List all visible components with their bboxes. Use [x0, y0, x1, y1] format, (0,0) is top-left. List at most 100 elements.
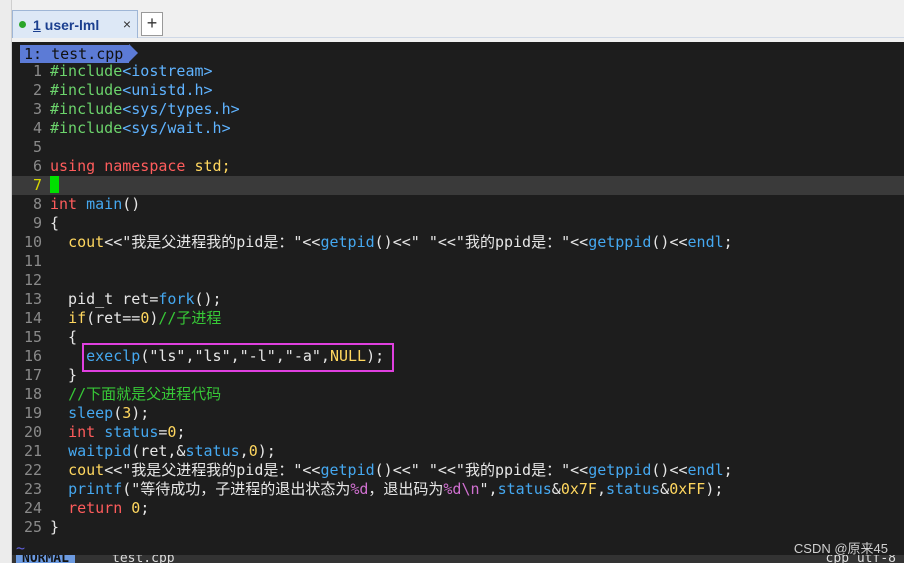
code-line[interactable]: 19 sleep(3);: [12, 404, 904, 423]
code-token: <unistd.h>: [122, 81, 213, 99]
code-line[interactable]: 25}: [12, 518, 904, 537]
code-line[interactable]: 11: [12, 252, 904, 271]
code-token: status: [497, 480, 552, 498]
line-number: 11: [23, 252, 42, 270]
line-number: 20: [23, 423, 42, 441]
code-token: cout: [68, 233, 105, 251]
code-token: //下面就是父进程代码: [68, 385, 222, 403]
code-token: (ret,&: [131, 442, 186, 460]
code-token: );: [131, 404, 150, 422]
code-token: waitpid: [68, 442, 132, 460]
code-token: getpid: [320, 233, 375, 251]
code-token: getpid: [320, 461, 375, 479]
code-token: ，退出码为: [368, 480, 444, 498]
code-token: endl: [687, 233, 724, 251]
code-line[interactable]: 13 pid_t ret=fork();: [12, 290, 904, 309]
code-token: #include: [50, 81, 123, 99]
code-token: ()<<" "<<"我的ppid是："<<: [374, 461, 589, 479]
line-number: 12: [23, 271, 42, 289]
code-token: status: [185, 442, 240, 460]
code-line[interactable]: 6 using namespace std;: [12, 157, 904, 176]
code-line[interactable]: 9{: [12, 214, 904, 233]
code-token: #include: [50, 100, 123, 118]
code-token: namespace: [104, 157, 186, 175]
tab-number: 1: [33, 16, 41, 33]
code-line[interactable]: 12: [12, 271, 904, 290]
code-line[interactable]: 8 int main(): [12, 195, 904, 214]
code-line[interactable]: 5: [12, 138, 904, 157]
code-token: ;: [140, 499, 150, 517]
code-line[interactable]: 24 return 0;: [12, 499, 904, 518]
line-number: 24: [23, 499, 42, 517]
code-token: getppid: [588, 461, 652, 479]
code-line[interactable]: 10 cout<<"我是父进程我的pid是："<<getpid()<<" "<<…: [12, 233, 904, 252]
code-line[interactable]: 20 int status=0;: [12, 423, 904, 442]
code-token: <iostream>: [122, 62, 213, 80]
code-token: sleep: [68, 404, 114, 422]
close-icon[interactable]: ×: [123, 16, 131, 32]
terminal-tab-user-lml[interactable]: 1 user-lml ×: [12, 10, 138, 38]
line-number: 5: [32, 138, 42, 156]
line-number: 1: [32, 62, 42, 80]
code-token: );: [705, 480, 724, 498]
code-token: using: [50, 157, 96, 175]
code-token: pid_t ret=: [50, 290, 159, 308]
code-token: #include: [50, 119, 123, 137]
code-line[interactable]: 2 #include<unistd.h>: [12, 81, 904, 100]
code-token: ;: [723, 461, 733, 479]
code-token: 3: [122, 404, 132, 422]
line-number: 13: [23, 290, 42, 308]
code-line[interactable]: 14 if(ret==0)//子进程: [12, 309, 904, 328]
line-number: 23: [23, 480, 42, 498]
code-token: {: [50, 328, 78, 346]
code-line[interactable]: 23 printf("等待成功，子进程的退出状态为%d，退出码为%d\n",st…: [12, 480, 904, 499]
code-token: ("等待成功，子进程的退出状态为: [122, 480, 351, 498]
code-token: //子进程: [158, 309, 222, 327]
code-token: <sys/types.h>: [122, 100, 240, 118]
line-number: 7: [32, 176, 42, 194]
code-line[interactable]: 1 #include<iostream>: [12, 62, 904, 81]
code-token: main: [86, 195, 123, 213]
code-line[interactable]: 3 #include<sys/types.h>: [12, 100, 904, 119]
line-number: 8: [32, 195, 42, 213]
code-token: 0: [248, 442, 258, 460]
code-line[interactable]: 7: [12, 176, 904, 195]
code-token: ,: [239, 442, 249, 460]
add-tab-button[interactable]: +: [141, 12, 163, 36]
vim-buffer-tab[interactable]: 1: test.cpp: [20, 44, 139, 63]
code-token: }: [50, 518, 60, 536]
code-token: ;: [723, 233, 733, 251]
code-token: );: [257, 442, 276, 460]
code-token: #include: [50, 62, 123, 80]
code-line[interactable]: 22 cout<<"我是父进程我的pid是："<<getpid()<<" "<<…: [12, 461, 904, 480]
code-line[interactable]: 4 #include<sys/wait.h>: [12, 119, 904, 138]
connected-status-icon: [19, 21, 26, 28]
background-window-edge: [0, 0, 12, 563]
execlp-highlight-box: [82, 343, 394, 372]
line-number: 4: [32, 119, 42, 137]
line-number: 16: [23, 347, 42, 365]
code-editor[interactable]: 1 #include<iostream> 2 #include<unistd.h> 3 #…: [12, 62, 904, 537]
code-token: getppid: [588, 233, 652, 251]
terminal-pane[interactable]: 1: test.cpp 1 #include<iostream> 2 #include…: [12, 42, 904, 563]
line-number: 2: [32, 81, 42, 99]
code-token: <<"我是父进程我的pid是："<<: [104, 461, 321, 479]
line-number: 15: [23, 328, 42, 346]
code-line[interactable]: 18 //下面就是父进程代码: [12, 385, 904, 404]
code-token: ();: [194, 290, 222, 308]
code-line[interactable]: 21 waitpid(ret,&status,0);: [12, 442, 904, 461]
tab-title: user-lml: [44, 16, 100, 33]
line-number: 6: [32, 157, 42, 175]
code-token: 0: [140, 309, 150, 327]
line-number: 3: [32, 100, 42, 118]
text-cursor: [50, 176, 59, 193]
line-number: 25: [23, 518, 42, 536]
status-filename: test.cpp: [112, 555, 175, 563]
code-token: %d: [350, 480, 369, 498]
